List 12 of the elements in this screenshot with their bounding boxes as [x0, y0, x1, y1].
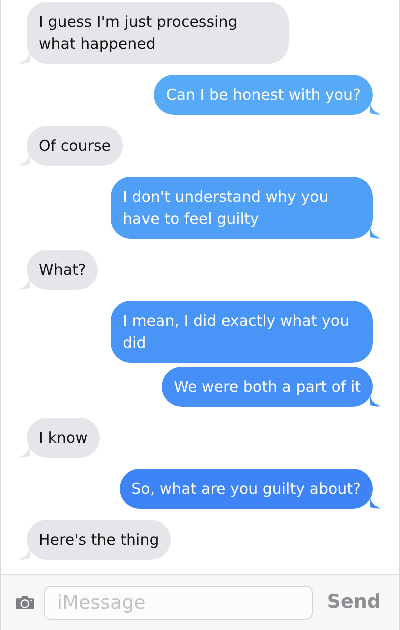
bubble-tail — [370, 226, 382, 239]
bubble-tail — [18, 153, 30, 166]
bubble-tail — [370, 394, 382, 407]
bubble-tail — [370, 102, 382, 115]
message-bubble: I mean, I did exactly what you did — [111, 301, 373, 363]
message-field[interactable]: iMessage — [44, 586, 314, 620]
send-button[interactable]: Send — [323, 588, 385, 617]
bubble-tail — [18, 445, 30, 458]
bubble-tail — [18, 51, 30, 64]
bubble-tail — [370, 496, 382, 509]
bubble-tail — [18, 547, 30, 560]
bubble-tail — [18, 277, 30, 290]
